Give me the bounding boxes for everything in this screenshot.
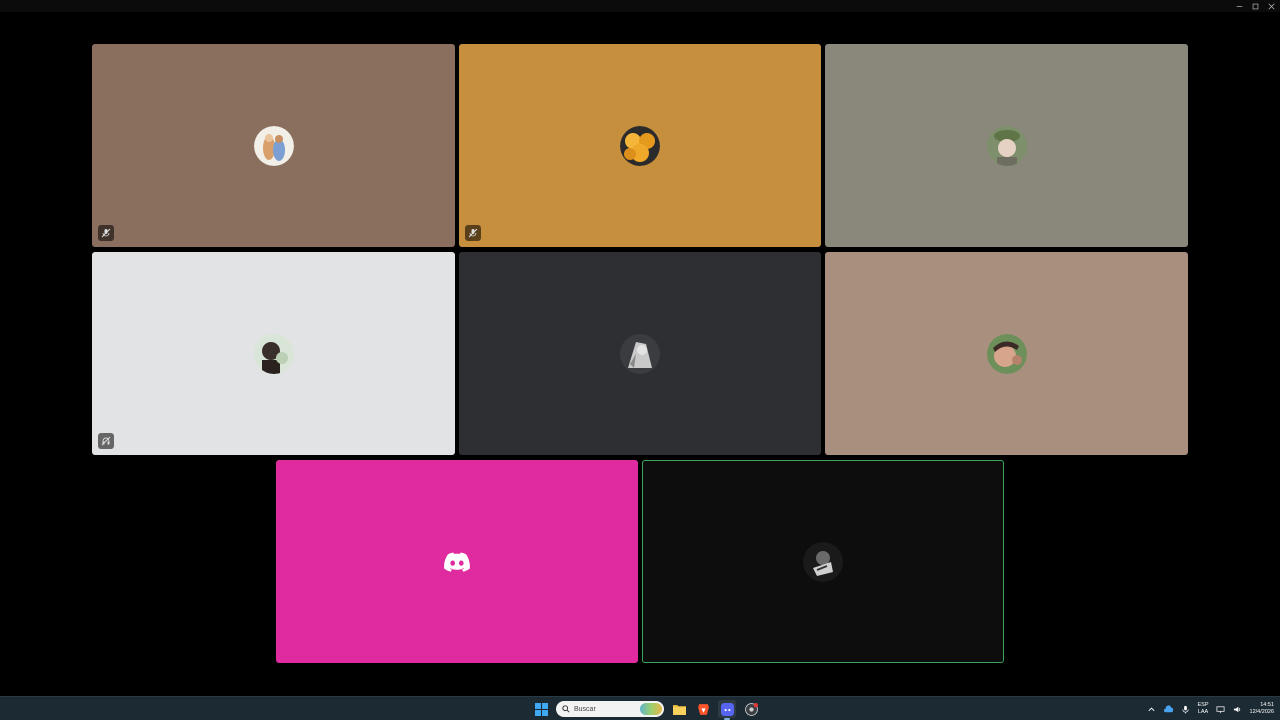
status-badge: [98, 225, 114, 241]
windows-taskbar: Buscar ESP LAA 14:51 12/4/2026: [0, 696, 1280, 720]
taskbar-brave[interactable]: [694, 700, 712, 718]
participant-tile[interactable]: [92, 44, 455, 247]
deafened-icon: [101, 436, 111, 446]
taskbar-search-input[interactable]: Buscar: [556, 701, 664, 717]
cloud-icon: [1164, 704, 1174, 712]
windows-start-icon: [534, 702, 548, 716]
mic-muted-icon: [468, 228, 478, 238]
maximize-button[interactable]: [1250, 1, 1260, 11]
keyboard-layout: LAA: [1197, 709, 1209, 715]
search-placeholder: Buscar: [574, 705, 596, 713]
participant-avatar[interactable]: [253, 125, 294, 166]
tray-microphone[interactable]: [1181, 704, 1191, 714]
participant-tile-speaking[interactable]: [642, 460, 1004, 663]
taskbar-clock[interactable]: 14:51 12/4/2026: [1250, 702, 1274, 716]
system-tray: ESP LAA 14:51 12/4/2026: [1147, 699, 1274, 719]
close-button[interactable]: [1266, 1, 1276, 11]
network-icon: [1216, 705, 1225, 713]
chrome-icon: [744, 702, 758, 716]
window-controls: [1234, 0, 1276, 12]
close-icon: [1267, 2, 1275, 10]
status-badge: [465, 225, 481, 241]
participant-tile[interactable]: [825, 252, 1188, 455]
tray-volume[interactable]: [1233, 704, 1243, 714]
microphone-icon: [1182, 705, 1189, 714]
clock-time: 14:51: [1260, 702, 1274, 708]
participant-tile[interactable]: [459, 44, 821, 247]
search-icon: [562, 705, 570, 713]
participant-avatar[interactable]: [986, 333, 1027, 374]
title-bar: [0, 0, 1280, 12]
participant-avatar[interactable]: [620, 125, 660, 166]
tray-network[interactable]: [1216, 704, 1226, 714]
minimize-button[interactable]: [1234, 1, 1244, 11]
participant-avatar[interactable]: [620, 333, 660, 374]
status-badge: [98, 433, 114, 449]
tray-onedrive[interactable]: [1164, 704, 1174, 714]
participant-tile[interactable]: [276, 460, 638, 663]
participant-avatar[interactable]: [803, 541, 843, 582]
taskbar-pinned-apps: Buscar: [532, 699, 760, 720]
file-explorer-icon: [672, 704, 686, 715]
language-code: ESP: [1197, 702, 1209, 708]
participant-avatar[interactable]: [986, 125, 1027, 166]
participant-tile[interactable]: [92, 252, 455, 455]
minimize-icon: [1236, 5, 1242, 7]
chevron-up-icon: [1148, 707, 1155, 711]
input-language[interactable]: ESP LAA: [1198, 702, 1209, 716]
participant-avatar[interactable]: [253, 333, 294, 374]
brave-browser-icon: [697, 703, 709, 715]
mic-muted-icon: [101, 228, 111, 238]
discord-call-window: [0, 0, 1280, 696]
participant-tile[interactable]: [825, 44, 1188, 247]
taskbar-discord[interactable]: [718, 700, 736, 720]
discord-icon: [720, 702, 734, 716]
taskbar-file-explorer[interactable]: [670, 700, 688, 718]
discord-default-avatar-icon[interactable]: [444, 552, 470, 572]
participant-tile[interactable]: [459, 252, 821, 455]
show-hidden-icons-button[interactable]: [1147, 704, 1157, 714]
maximize-icon: [1252, 3, 1258, 9]
clock-date: 12/4/2026: [1249, 709, 1274, 715]
speaker-icon: [1233, 706, 1241, 712]
taskbar-chrome[interactable]: [742, 700, 760, 718]
search-highlight-image: [640, 703, 662, 715]
start-button[interactable]: [532, 700, 550, 718]
